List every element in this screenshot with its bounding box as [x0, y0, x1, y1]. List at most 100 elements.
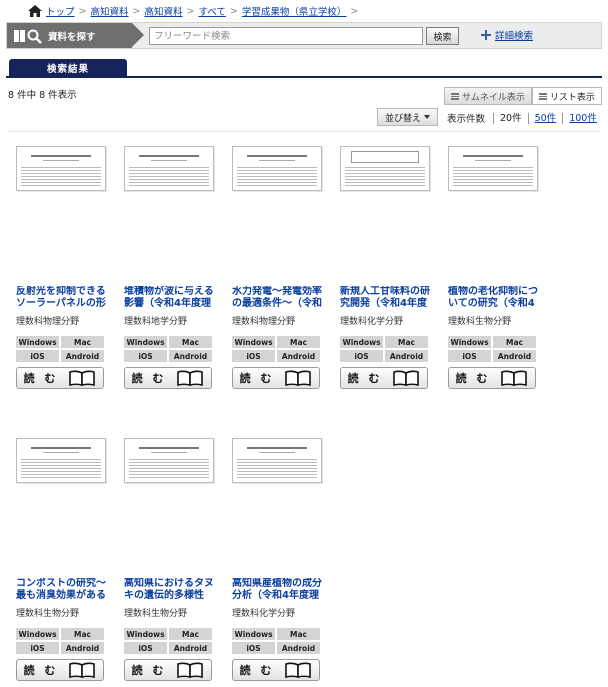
- platform-mac: Mac: [385, 336, 428, 348]
- per-page-selector: 表示件数 20件 50件 100件: [447, 111, 603, 125]
- read-button[interactable]: 読 む: [16, 367, 104, 389]
- item-title-link[interactable]: 反射光を抑制できるソーラーパネルの形: [16, 286, 111, 310]
- platform-windows: Windows: [124, 628, 167, 640]
- platform-windows: Windows: [232, 628, 275, 640]
- result-card: 水力発電〜発電効率の最適条件〜（令和 理数科物理分野 Windows Mac i…: [232, 146, 328, 396]
- platform-badges: Windows Mac iOS Android: [124, 336, 212, 362]
- per-page-100[interactable]: 100件: [562, 112, 603, 124]
- platform-ios: iOS: [16, 350, 59, 362]
- document-thumbnail[interactable]: [124, 146, 214, 191]
- search-bar: 資料を探す 検索 詳細検索: [6, 22, 602, 49]
- item-title-link[interactable]: 堆積物が波に与える影響（令和4年度理: [124, 286, 219, 310]
- breadcrumb-kochi-2[interactable]: 高知資料: [144, 4, 182, 18]
- platform-badges: Windows Mac iOS Android: [232, 628, 320, 654]
- platform-mac: Mac: [61, 628, 104, 640]
- open-book-icon: [393, 370, 419, 386]
- list-view-label: リスト表示: [549, 92, 595, 103]
- result-card: 高知県産植物の成分分析（令和4年度理 理数科化学分野 Windows Mac i…: [232, 438, 328, 687]
- result-card: コンポストの研究〜最も消臭効果がある 理数科生物分野 Windows Mac i…: [16, 438, 112, 687]
- item-subject: 理数科地学分野: [124, 317, 188, 327]
- read-button-label: 読 む: [239, 664, 275, 677]
- per-page-label: 表示件数: [447, 114, 486, 125]
- result-card: 植物の老化抑制についての研究（令和4 理数科生物分野 Windows Mac i…: [448, 146, 544, 396]
- document-thumbnail[interactable]: [340, 146, 430, 191]
- breadcrumb-top[interactable]: トップ: [46, 4, 75, 18]
- platform-ios: iOS: [16, 642, 59, 654]
- search-section-label: 資料を探す: [7, 23, 144, 48]
- breadcrumb-kochi-1[interactable]: 高知資料: [90, 4, 128, 18]
- platform-mac: Mac: [169, 336, 212, 348]
- document-thumbnail[interactable]: [232, 146, 322, 191]
- document-thumbnail[interactable]: [124, 438, 214, 483]
- platform-android: Android: [169, 350, 212, 362]
- document-thumbnail[interactable]: [16, 146, 106, 191]
- item-title-link[interactable]: 高知県におけるタヌキの遺伝的多様性: [124, 578, 219, 602]
- plus-icon: [481, 30, 491, 40]
- breadcrumb-separator: >: [132, 5, 141, 17]
- item-title-link[interactable]: 新規人工甘味料の研究開発（令和4年度: [340, 286, 435, 310]
- item-subject: 理数科化学分野: [232, 609, 296, 619]
- list-view-button[interactable]: リスト表示: [531, 87, 602, 105]
- per-page-20: 20件: [493, 112, 528, 124]
- search-input[interactable]: [149, 27, 423, 45]
- platform-android: Android: [61, 350, 104, 362]
- open-book-icon: [177, 662, 203, 678]
- breadcrumb-separator: >: [229, 5, 238, 17]
- item-title-link[interactable]: 高知県産植物の成分分析（令和4年度理: [232, 578, 327, 602]
- platform-android: Android: [277, 642, 320, 654]
- breadcrumb-all[interactable]: すべて: [198, 4, 225, 18]
- document-thumbnail[interactable]: [16, 438, 106, 483]
- document-thumbnail[interactable]: [232, 438, 322, 483]
- open-book-icon: [285, 370, 311, 386]
- platform-mac: Mac: [277, 336, 320, 348]
- platform-badges: Windows Mac iOS Android: [232, 336, 320, 362]
- home-icon[interactable]: [28, 5, 42, 17]
- sort-dropdown[interactable]: 並び替え: [377, 108, 438, 126]
- platform-mac: Mac: [61, 336, 104, 348]
- read-button[interactable]: 読 む: [124, 367, 212, 389]
- read-button[interactable]: 読 む: [340, 367, 428, 389]
- chevron-down-icon: [424, 115, 430, 119]
- breadcrumb-current[interactable]: 学習成果物（県立学校）: [242, 4, 347, 18]
- item-title-link[interactable]: 水力発電〜発電効率の最適条件〜（令和: [232, 286, 327, 310]
- result-card: 堆積物が波に与える影響（令和4年度理 理数科地学分野 Windows Mac i…: [124, 146, 220, 396]
- platform-windows: Windows: [340, 336, 383, 348]
- item-title-link[interactable]: 植物の老化抑制についての研究（令和4: [448, 286, 543, 310]
- document-thumbnail[interactable]: [448, 146, 538, 191]
- read-button[interactable]: 読 む: [16, 659, 104, 681]
- read-button-label: 読 む: [23, 664, 59, 677]
- thumbnail-view-button[interactable]: サムネイル表示: [444, 87, 532, 105]
- platform-windows: Windows: [16, 336, 59, 348]
- platform-badges: Windows Mac iOS Android: [16, 336, 104, 362]
- read-button[interactable]: 読 む: [448, 367, 536, 389]
- platform-android: Android: [61, 642, 104, 654]
- open-book-icon: [69, 370, 95, 386]
- open-book-icon: [285, 662, 311, 678]
- breadcrumb-separator: >: [350, 5, 359, 17]
- platform-ios: iOS: [340, 350, 383, 362]
- search-label-text: 資料を探す: [48, 31, 96, 43]
- platform-windows: Windows: [232, 336, 275, 348]
- view-toggle: サムネイル表示 リスト表示: [444, 87, 602, 105]
- result-card: 反射光を抑制できるソーラーパネルの形 理数科物理分野 Windows Mac i…: [16, 146, 112, 396]
- platform-windows: Windows: [124, 336, 167, 348]
- advanced-search-link[interactable]: 詳細検索: [481, 28, 533, 42]
- result-count: 8 件中 8 件表示: [8, 90, 77, 101]
- read-button-label: 読 む: [23, 372, 59, 385]
- tab-search-results[interactable]: 検索結果: [9, 59, 127, 77]
- breadcrumb-separator: >: [186, 5, 195, 17]
- breadcrumb: トップ > 高知資料 > 高知資料 > すべて > 学習成果物（県立学校） >: [28, 4, 362, 18]
- read-button-label: 読 む: [131, 372, 167, 385]
- open-book-icon: [177, 370, 203, 386]
- platform-ios: iOS: [232, 350, 275, 362]
- read-button[interactable]: 読 む: [124, 659, 212, 681]
- read-button-label: 読 む: [131, 664, 167, 677]
- read-button[interactable]: 読 む: [232, 659, 320, 681]
- item-title-link[interactable]: コンポストの研究〜最も消臭効果がある: [16, 578, 111, 602]
- per-page-50[interactable]: 50件: [527, 112, 563, 124]
- platform-android: Android: [277, 350, 320, 362]
- read-button[interactable]: 読 む: [232, 367, 320, 389]
- search-button[interactable]: 検索: [426, 27, 459, 45]
- read-button-label: 読 む: [347, 372, 383, 385]
- platform-mac: Mac: [277, 628, 320, 640]
